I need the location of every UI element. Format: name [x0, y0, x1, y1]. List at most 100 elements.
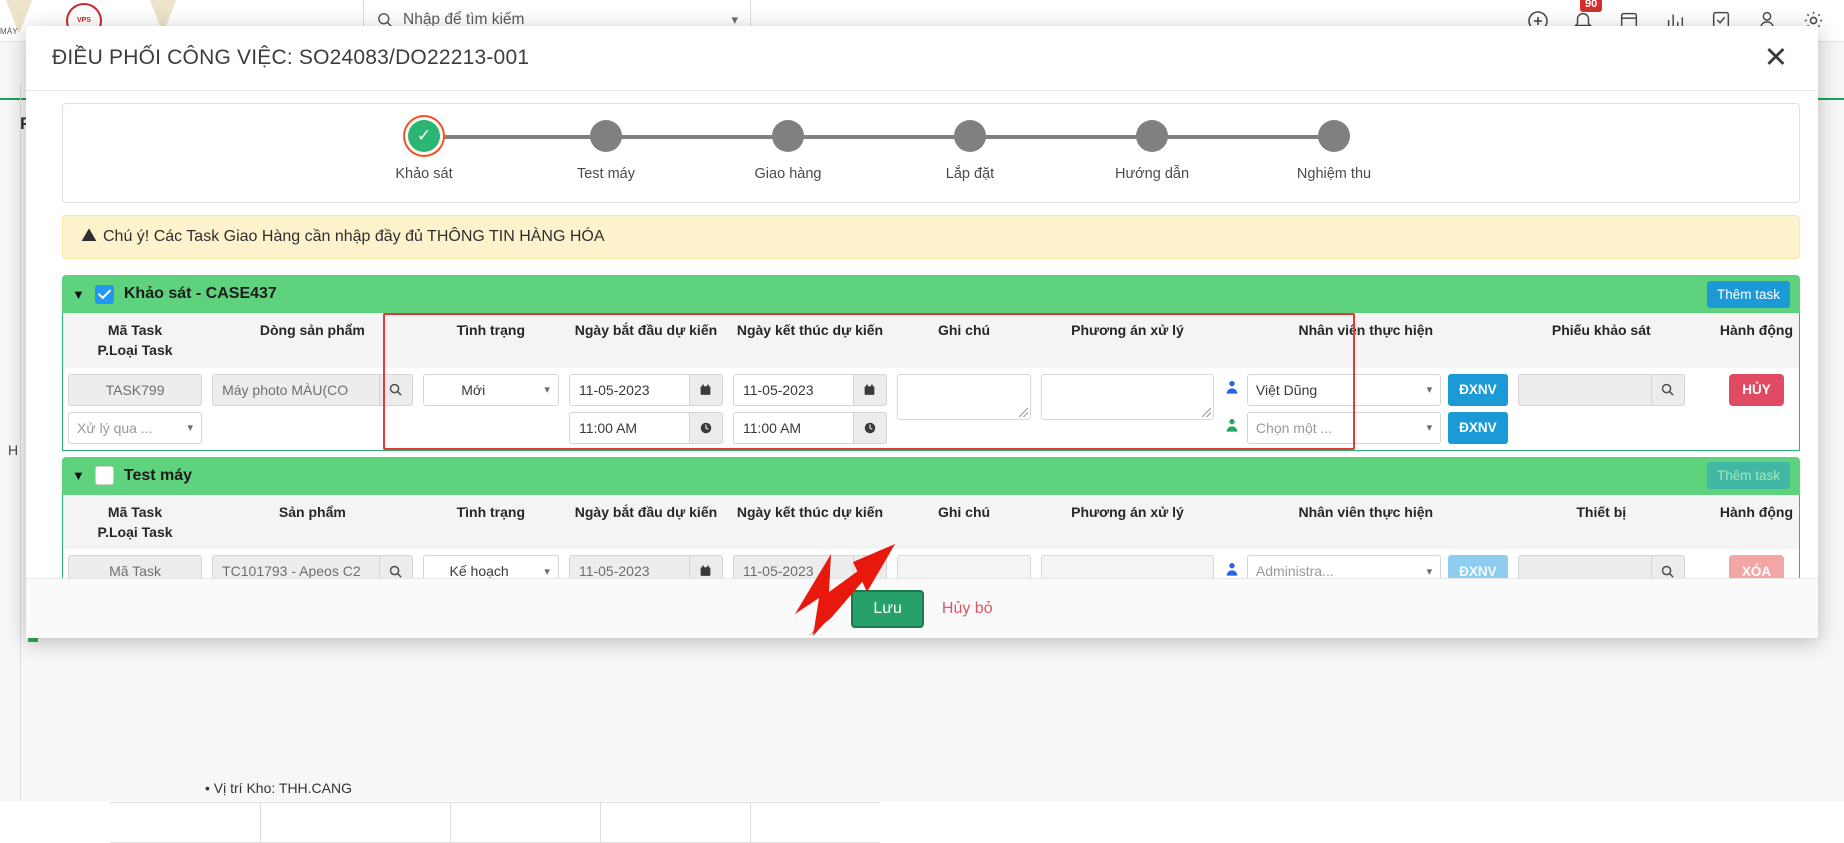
col-end-date: Ngày kết thúc dự kiến — [728, 313, 892, 368]
staff-primary-value: Administra... — [1256, 563, 1334, 578]
start-date-group[interactable]: 11-05-2023 — [569, 555, 723, 578]
status-select[interactable]: Kế hoạch ▾ — [423, 555, 559, 578]
end-date-field[interactable]: 11-05-2023 — [733, 374, 853, 406]
calendar-icon[interactable] — [689, 555, 723, 578]
cell-staff: Administra... ▾ ĐXNV — [1219, 549, 1513, 578]
staff-secondary-select[interactable]: Chọn một ... ▾ — [1247, 412, 1441, 444]
solution-textarea[interactable] — [1041, 555, 1214, 578]
col-device: Thiết bị — [1513, 495, 1690, 550]
end-time-field[interactable]: 11:00 AM — [733, 412, 853, 444]
product-input-group[interactable]: Máy photo MÀU(CO — [212, 374, 413, 406]
end-date-group[interactable]: 11-05-2023 — [733, 374, 887, 406]
step-dot-icon — [590, 120, 622, 152]
section-header: ▼ Test máy Thêm task — [62, 457, 1800, 495]
staff-primary-row: Việt Dũng ▾ ĐXNV — [1224, 374, 1508, 406]
start-time-field[interactable]: 11:00 AM — [569, 412, 689, 444]
user-icon — [1224, 416, 1240, 439]
add-task-button[interactable]: Thêm task — [1707, 462, 1790, 489]
survey-form-field[interactable] — [1518, 374, 1651, 406]
start-date-field[interactable]: 11-05-2023 — [569, 374, 689, 406]
note-textarea[interactable] — [897, 374, 1031, 420]
device-group[interactable] — [1518, 555, 1685, 578]
step-dot-icon — [1318, 120, 1350, 152]
background-table-strip — [110, 802, 880, 843]
survey-form-group[interactable] — [1518, 374, 1685, 406]
section-title: Test máy — [124, 467, 192, 485]
start-time-group[interactable]: 11:00 AM — [569, 412, 723, 444]
step-lap-dat[interactable]: Lắp đặt — [879, 120, 1061, 182]
product-input-group[interactable]: TC101793 - Apeos C2 — [212, 555, 413, 578]
step-huong-dan[interactable]: Hướng dẫn — [1061, 120, 1243, 182]
col-solution: Phương án xử lý — [1036, 495, 1219, 550]
col-ma-task: Mã Task P.Loại Task — [63, 495, 207, 550]
note-textarea[interactable] — [897, 555, 1031, 578]
col-note: Ghi chú — [892, 495, 1036, 550]
background-left-label: H — [8, 442, 18, 458]
cell-solution — [1036, 549, 1219, 578]
calendar-icon[interactable] — [853, 555, 887, 578]
step-test-may[interactable]: Test máy — [515, 120, 697, 182]
col-ma-task-line2: P.Loại Task — [67, 340, 203, 360]
add-task-button[interactable]: Thêm task — [1707, 281, 1790, 308]
col-ma-task-line1: Mã Task — [67, 320, 203, 340]
step-giao-hang[interactable]: Giao hàng — [697, 120, 879, 182]
chevron-down-icon[interactable]: ▼ — [72, 468, 85, 483]
product-field: Máy photo MÀU(CO — [212, 374, 379, 406]
cancel-task-button[interactable]: HỦY — [1729, 374, 1784, 406]
clock-icon[interactable] — [689, 412, 723, 444]
task-code-field: TASK799 — [68, 374, 202, 406]
col-solution: Phương án xử lý — [1036, 313, 1219, 368]
dxnv-button[interactable]: ĐXNV — [1448, 555, 1508, 578]
col-action: Hành động — [1690, 495, 1800, 550]
cell-staff: Việt Dũng ▾ ĐXNV — [1219, 368, 1513, 450]
end-date-field[interactable]: 11-05-2023 — [733, 555, 853, 578]
status-value: Kế hoạch — [450, 563, 509, 578]
save-button[interactable]: Lưu — [851, 590, 924, 628]
cell-status: Kế hoạch ▾ — [418, 549, 564, 578]
col-ma-task-line2: P.Loại Task — [67, 522, 203, 542]
step-label: Nghiệm thu — [1297, 166, 1371, 182]
section-khao-sat: ▼ Khảo sát - CASE437 Thêm task — [62, 275, 1800, 451]
step-label: Lắp đặt — [946, 166, 994, 182]
step-khao-sat[interactable]: ✓ Khảo sát — [333, 120, 515, 182]
cell-end-date: 11-05-2023 11:00 AM — [728, 368, 892, 450]
staff-primary-select[interactable]: Việt Dũng ▾ — [1247, 374, 1441, 406]
device-field[interactable] — [1518, 555, 1651, 578]
warehouse-location-line: • Vị trí Kho: THH.CANG — [205, 780, 352, 796]
search-icon[interactable] — [1651, 555, 1685, 578]
start-date-field[interactable]: 11-05-2023 — [569, 555, 689, 578]
modal-footer: Lưu Hủy bỏ — [26, 578, 1818, 638]
user-icon — [1224, 378, 1240, 401]
staff-secondary-row: Chọn một ... ▾ ĐXNV — [1224, 412, 1508, 444]
section-title: Khảo sát - CASE437 — [124, 285, 277, 303]
col-status: Tình trạng — [418, 495, 564, 550]
section-checkbox[interactable] — [95, 466, 114, 485]
status-value: Mới — [461, 382, 485, 398]
task-subtype-value: Xử lý qua ... — [77, 420, 153, 436]
chevron-down-icon[interactable]: ▼ — [72, 287, 85, 302]
chevron-down-icon: ▾ — [1427, 383, 1433, 396]
step-nghiem-thu[interactable]: Nghiệm thu — [1243, 120, 1425, 182]
section-checkbox[interactable] — [95, 285, 114, 304]
dxnv-button[interactable]: ĐXNV — [1448, 412, 1508, 444]
end-date-group[interactable]: 11-05-2023 — [733, 555, 887, 578]
close-icon[interactable]: ✕ — [1760, 44, 1792, 73]
end-time-group[interactable]: 11:00 AM — [733, 412, 887, 444]
status-select[interactable]: Mới ▾ — [423, 374, 559, 406]
solution-textarea[interactable] — [1041, 374, 1214, 420]
search-icon[interactable] — [1651, 374, 1685, 406]
staff-primary-select[interactable]: Administra... ▾ — [1247, 555, 1441, 578]
check-icon: ✓ — [408, 120, 440, 152]
col-end-date: Ngày kết thúc dự kiến — [728, 495, 892, 550]
dxnv-button[interactable]: ĐXNV — [1448, 374, 1508, 406]
search-icon[interactable] — [379, 374, 413, 406]
calendar-icon[interactable] — [853, 374, 887, 406]
cell-status: Mới ▾ — [418, 368, 564, 450]
cancel-button[interactable]: Hủy bỏ — [942, 600, 993, 618]
task-subtype-select[interactable]: Xử lý qua ... ▾ — [68, 412, 202, 444]
clock-icon[interactable] — [853, 412, 887, 444]
search-icon[interactable] — [379, 555, 413, 578]
calendar-icon[interactable] — [689, 374, 723, 406]
start-date-group[interactable]: 11-05-2023 — [569, 374, 723, 406]
delete-task-button[interactable]: XÓA — [1729, 555, 1784, 578]
